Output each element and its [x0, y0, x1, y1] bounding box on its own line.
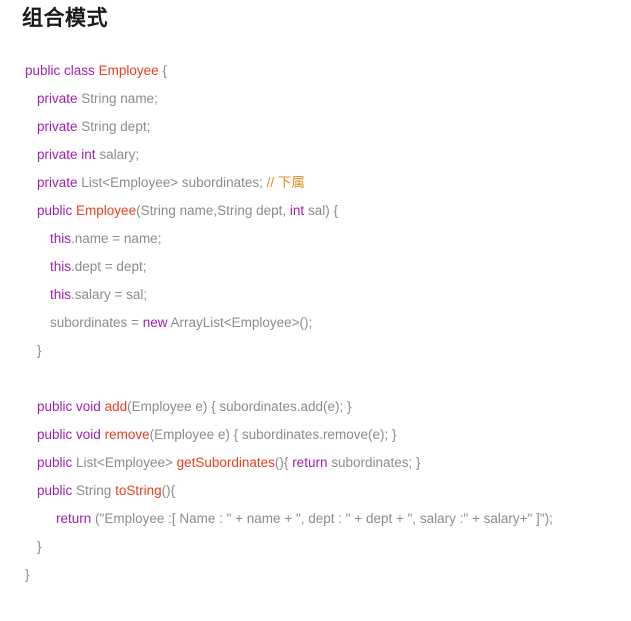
code-token-kw: public — [37, 427, 73, 442]
code-line: this.name = name; — [0, 225, 631, 253]
code-token-kw: private — [37, 91, 78, 106]
code-token-txt: (Employee e) { subordinates.remove(e); } — [149, 427, 397, 442]
code-token-fn: getSubordinates — [176, 455, 275, 470]
code-token-txt: .salary = sal; — [71, 287, 148, 302]
code-line: } — [0, 533, 631, 561]
code-token-txt: salary; — [95, 147, 140, 162]
code-token-txt: List<Employee> subordinates; — [77, 175, 267, 190]
code-token-kw: private — [37, 147, 78, 162]
code-token-fn: remove — [104, 427, 150, 442]
code-token-type: Employee — [98, 63, 159, 78]
code-token-kw: public — [37, 483, 73, 498]
code-token-txt: List<Employee> — [72, 455, 177, 470]
code-token-kw: public — [25, 63, 61, 78]
code-line: private String name; — [0, 85, 631, 113]
code-token-kw: this — [50, 259, 72, 274]
code-token-kw: new — [142, 315, 168, 330]
code-token-txt: } — [37, 539, 42, 554]
code-token-kw: public — [37, 399, 73, 414]
code-token-txt: subordinates; } — [327, 455, 421, 470]
code-token-kw: int — [81, 147, 96, 162]
code-token-txt: } — [25, 567, 30, 582]
code-token-cmt: // 下属 — [266, 175, 305, 190]
code-line: this.dept = dept; — [0, 253, 631, 281]
code-line: public Employee(String name,String dept,… — [0, 197, 631, 225]
code-token-txt: .dept = dept; — [71, 259, 147, 274]
code-token-kw: int — [289, 203, 305, 218]
code-token-txt: String — [72, 483, 116, 498]
code-token-txt: } — [37, 343, 42, 358]
code-token-kw: public — [37, 203, 73, 218]
code-line: private String dept; — [0, 113, 631, 141]
code-line: public String toString(){ — [0, 477, 631, 505]
code-line: public void add(Employee e) { subordinat… — [0, 393, 631, 421]
code-token-kw: void — [76, 399, 101, 414]
code-token-txt: (){ — [274, 455, 293, 470]
code-token-txt: (String name,String dept, — [136, 203, 290, 218]
code-line: public void remove(Employee e) { subordi… — [0, 421, 631, 449]
code-token-txt: { — [158, 63, 167, 78]
code-token-txt: ArrayList<Employee>(); — [167, 315, 313, 330]
code-token-txt: .name = name; — [71, 231, 162, 246]
code-token-kw: void — [76, 427, 101, 442]
code-token-txt: ("Employee :[ Name : " + name + ", dept … — [91, 511, 553, 526]
code-line: public class Employee { — [0, 57, 631, 85]
code-block: public class Employee {private String na… — [0, 57, 631, 589]
code-token-txt: (){ — [161, 483, 176, 498]
code-token-kw: private — [37, 175, 78, 190]
code-token-kw: private — [37, 119, 78, 134]
code-token-kw: class — [64, 63, 95, 78]
code-line: private int salary; — [0, 141, 631, 169]
code-token-kw: this — [50, 231, 72, 246]
code-token-kw: public — [37, 455, 73, 470]
code-token-txt: sal) { — [304, 203, 338, 218]
code-token-fn: add — [104, 399, 128, 414]
code-token-txt: String name; — [77, 91, 158, 106]
code-token-type: Employee — [76, 203, 137, 218]
code-line: } — [0, 337, 631, 365]
code-line: } — [0, 561, 631, 589]
page-root: 组合模式 public class Employee {private Stri… — [0, 0, 631, 621]
code-line: this.salary = sal; — [0, 281, 631, 309]
code-token-kw: return — [56, 511, 92, 526]
code-line: private List<Employee> subordinates; // … — [0, 169, 631, 197]
code-line: public List<Employee> getSubordinates(){… — [0, 449, 631, 477]
code-token-txt: (Employee e) { subordinates.add(e); } — [127, 399, 352, 414]
code-token-fn: toString — [115, 483, 162, 498]
code-token-kw: this — [50, 287, 72, 302]
code-token-txt: String dept; — [77, 119, 151, 134]
code-line: return ("Employee :[ Name : " + name + "… — [0, 505, 631, 533]
code-token-kw: return — [292, 455, 328, 470]
code-token-txt: subordinates = — [50, 315, 143, 330]
code-line: subordinates = new ArrayList<Employee>()… — [0, 309, 631, 337]
page-title: 组合模式 — [22, 7, 108, 30]
